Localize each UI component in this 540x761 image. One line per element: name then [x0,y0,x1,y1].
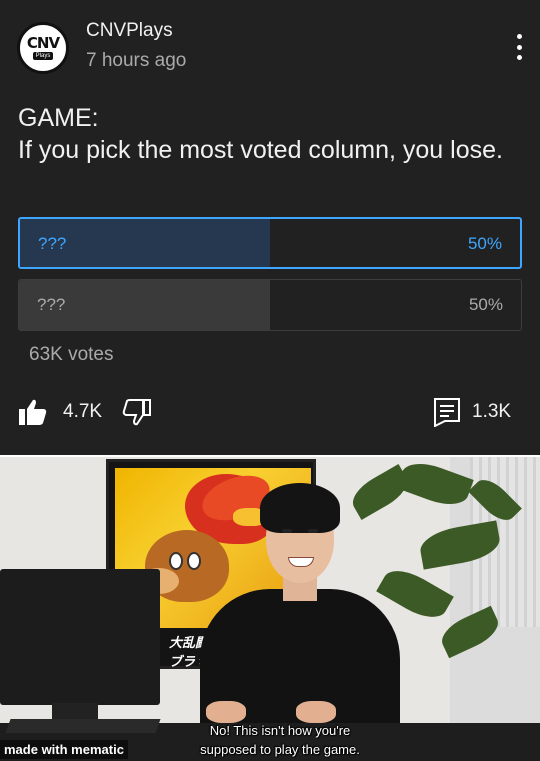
poll-option-percent: 50% [467,234,502,253]
video-subtitle: No! This isn't how you're supposed to pl… [150,721,410,759]
poll-vote-count: 63K votes [29,344,114,365]
bear-eye [169,552,183,570]
post-action-bar: 4.7K 1.3K [18,396,522,428]
person-hand [296,701,336,723]
avatar-logo-text: CNV [26,34,60,52]
watermark-text: made with mematic [0,740,128,759]
poll-option-2[interactable]: ??? 50% [18,279,522,331]
more-vert-icon[interactable] [517,34,523,60]
avatar-logo-subtext: Plays [32,52,54,60]
thumb-up-icon[interactable] [18,398,48,431]
person-hand [206,701,246,723]
post-text-line: GAME: [18,104,99,132]
computer-monitor [0,569,160,705]
subtitle-line: No! This isn't how you're [209,723,351,738]
subtitle-line: supposed to play the game. [200,742,360,757]
poll-option-percent: 50% [468,295,503,314]
bear-eye [187,552,201,570]
person-hair [260,483,340,533]
post-text-line: If you pick the most voted column, you l… [18,136,503,164]
plant-leaf [376,561,454,627]
comment-icon[interactable] [433,397,461,432]
channel-avatar[interactable]: CNV Plays [17,22,69,74]
keyboard [5,719,161,733]
person-eye [282,529,292,533]
thumb-down-icon[interactable] [122,398,152,431]
poll-option-1[interactable]: ??? 50% [18,217,522,269]
meme-image: 大乱闘 スマブラ × No! This isn't how you're sup… [0,457,540,761]
poll-option-label: ??? [37,295,66,314]
community-post-card: CNV Plays CNVPlays 7 hours ago GAME: If … [0,0,540,455]
comment-count: 1.3K [472,401,512,422]
post-timestamp: 7 hours ago [86,50,187,71]
channel-name[interactable]: CNVPlays [86,20,173,42]
person-eye [308,529,318,533]
like-count: 4.7K [63,401,103,422]
post-text: GAME: If you pick the most voted column,… [18,102,518,166]
poll-option-label: ??? [38,234,67,253]
